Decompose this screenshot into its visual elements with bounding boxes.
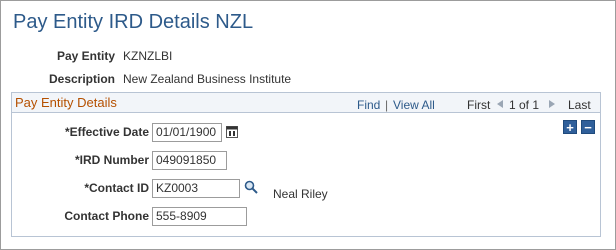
page-title: Pay Entity IRD Details NZL [13,11,254,33]
contact-id-label: *Contact ID [84,181,149,195]
pay-entity-label: Pay Entity [56,49,115,63]
nav-separator: | [385,98,389,112]
section-title: Pay Entity Details [15,95,117,110]
view-all-link[interactable]: View All [393,98,435,112]
contact-name: Neal Riley [273,187,328,201]
contact-phone-field[interactable]: 555-8909 [152,207,247,226]
ird-number-label: *IRD Number [74,153,149,167]
add-row-button[interactable]: + [563,120,577,134]
first-label: First [467,98,491,112]
row-range: 1 of 1 [509,98,540,112]
delete-row-button[interactable]: − [581,120,595,134]
search-icon[interactable] [244,180,258,194]
page-frame: Pay Entity IRD Details NZL Pay Entity KZ… [0,0,616,250]
first-arrow-icon[interactable] [496,100,504,108]
ird-number-field[interactable]: 049091850 [152,151,227,170]
calendar-icon[interactable] [226,125,238,138]
last-arrow-icon[interactable] [548,100,556,108]
contact-phone-label: Contact Phone [64,209,149,223]
last-label: Last [568,98,591,112]
effective-date-field[interactable]: 01/01/1900 [152,123,222,142]
pay-entity-value: KZNZLBI [123,49,173,63]
section-header: Pay Entity Details Find | View All First… [12,93,600,113]
contact-id-field[interactable]: KZ0003 [152,179,240,198]
find-link[interactable]: Find [357,98,380,112]
description-value: New Zealand Business Institute [123,72,292,86]
description-label: Description [48,72,115,86]
effective-date-label: *Effective Date [64,125,149,139]
